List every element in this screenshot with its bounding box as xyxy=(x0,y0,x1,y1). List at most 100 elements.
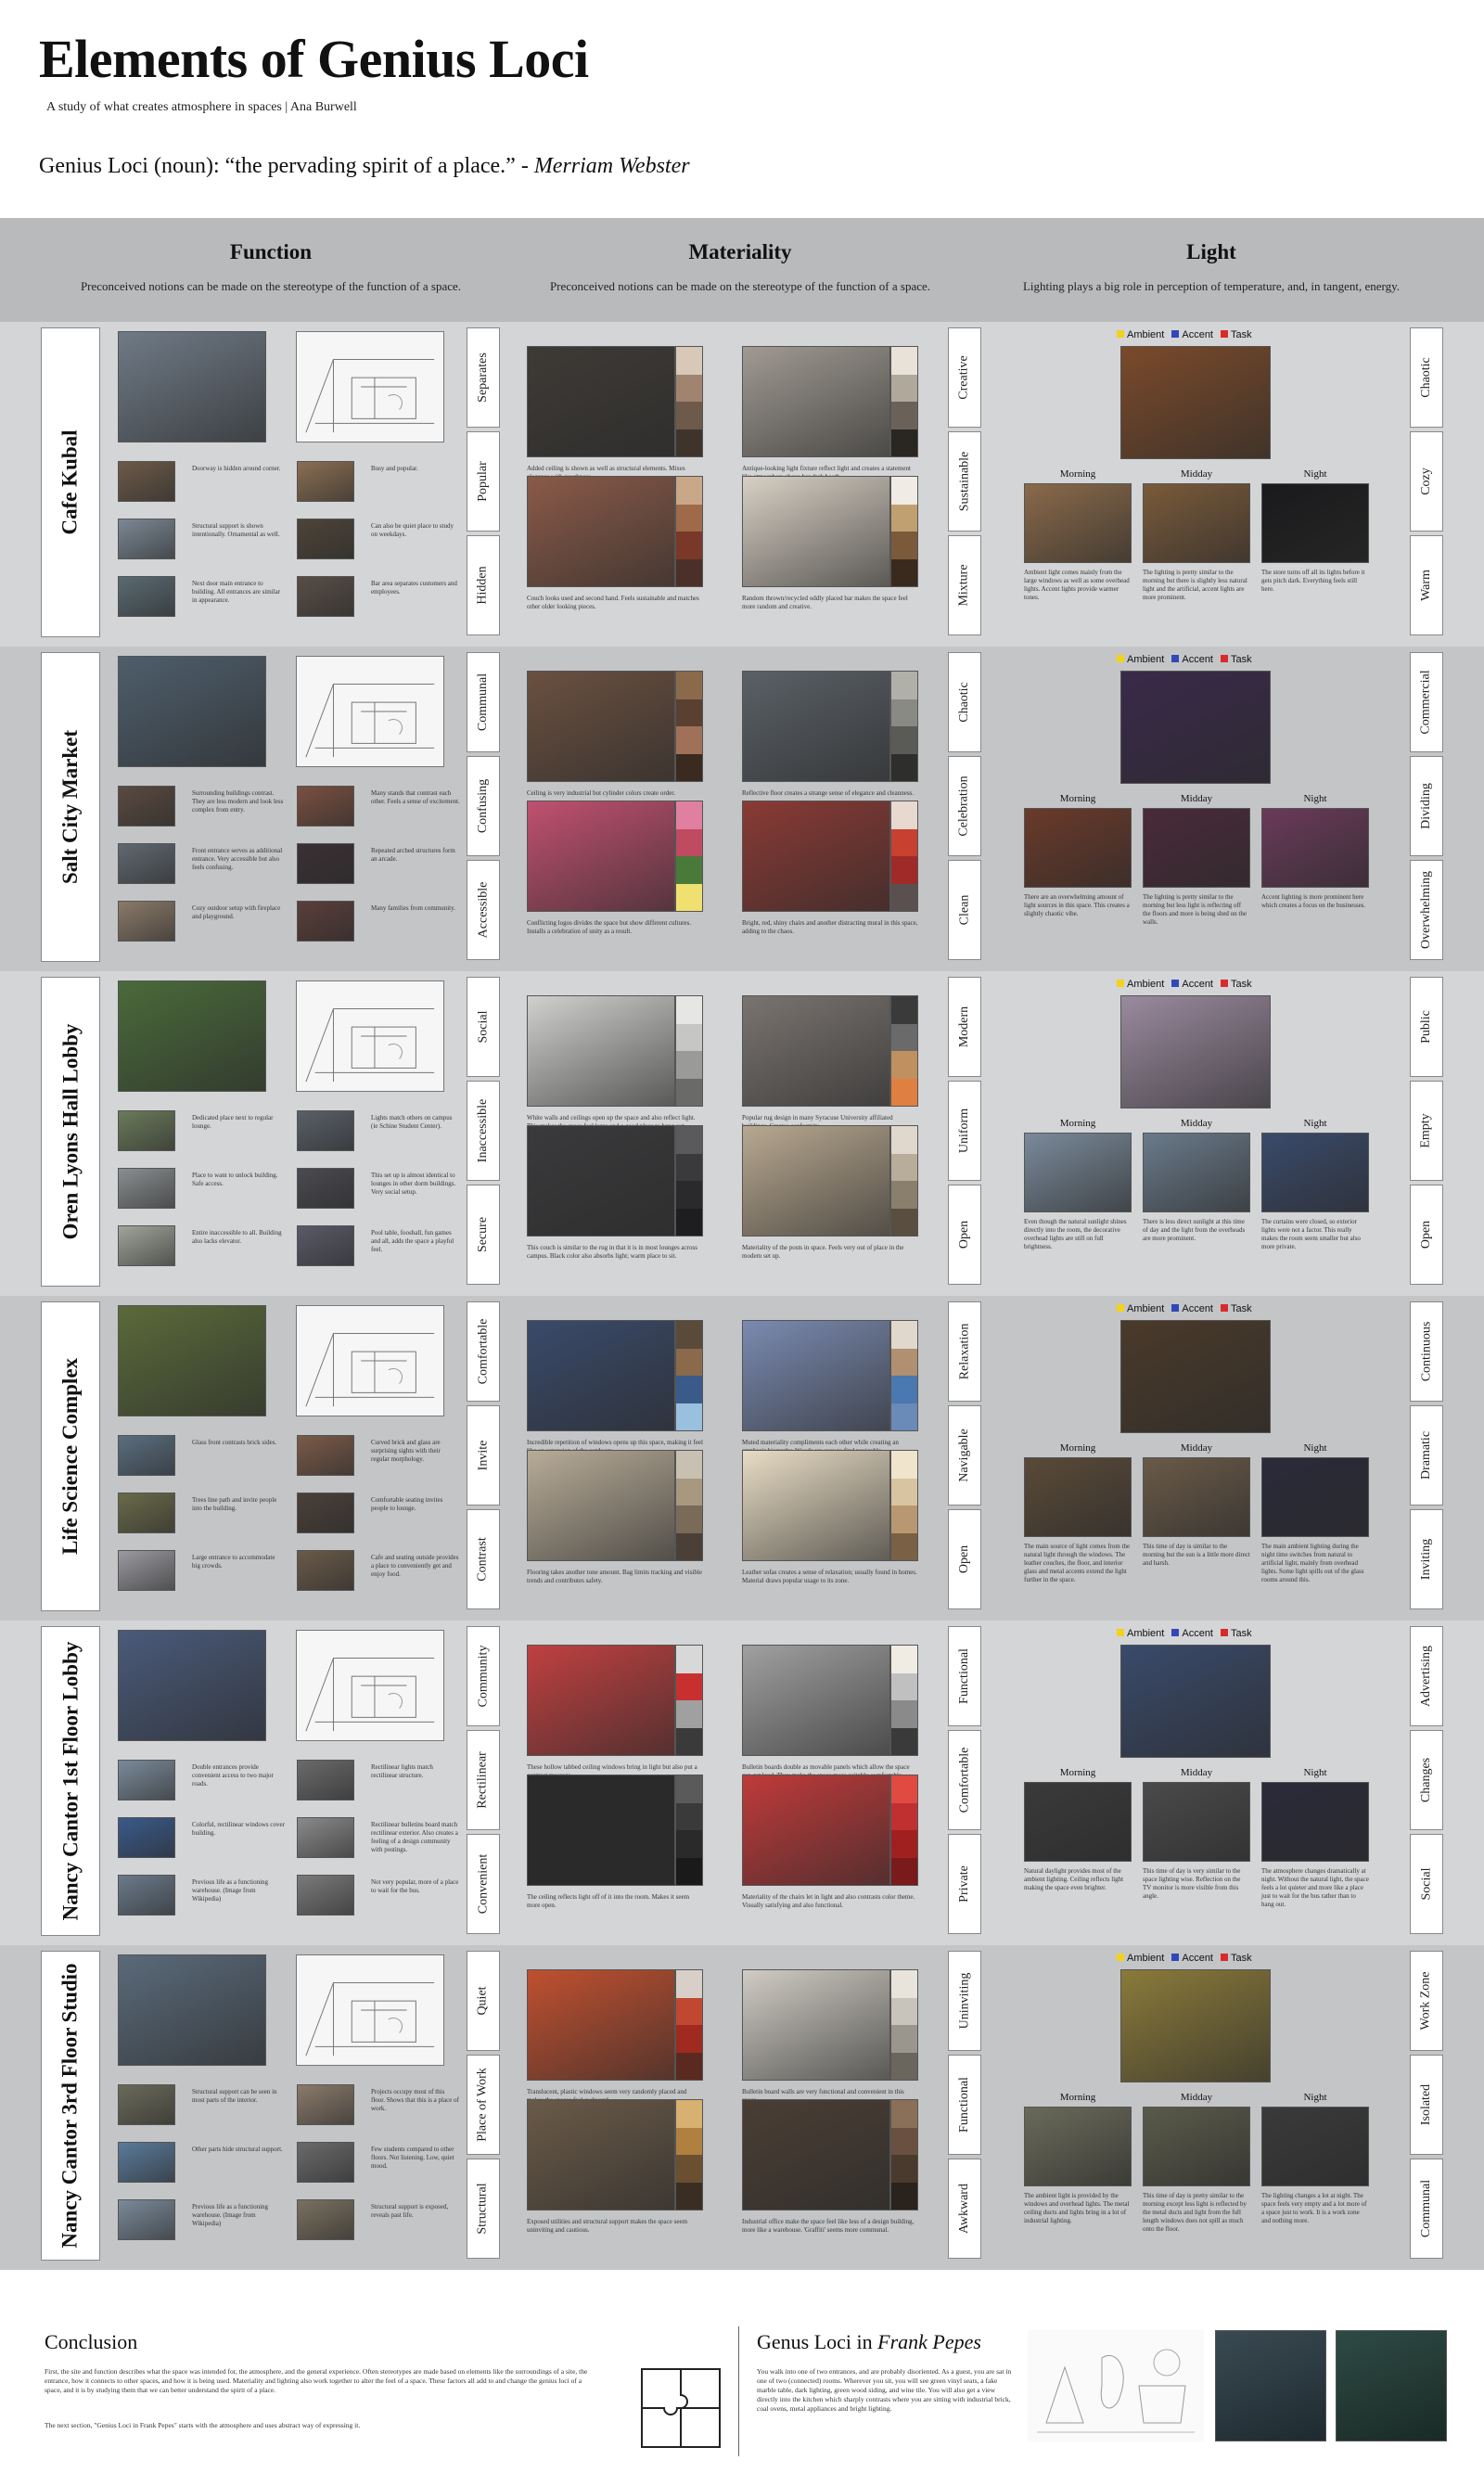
light-time-photo xyxy=(1261,2107,1369,2186)
light-tag-text: Chaotic xyxy=(1419,357,1434,398)
pepes-photo xyxy=(1336,2330,1447,2441)
time-label: Night xyxy=(1303,793,1327,804)
column-heading: Function xyxy=(229,240,313,263)
color-swatch xyxy=(676,1830,702,1858)
function-detail-photo xyxy=(297,1817,354,1858)
function-caption: Cozy outdoor setup with fireplace and pl… xyxy=(192,904,281,920)
function-tag-text: Communal xyxy=(476,673,491,732)
function-detail-photo xyxy=(118,901,175,942)
column-materiality: Materiality Preconceived notions can be … xyxy=(499,218,981,294)
color-swatch xyxy=(676,1023,702,1051)
color-swatch xyxy=(891,753,917,781)
light-tag-text: Social xyxy=(1419,1867,1433,1901)
material-tag-text: Private xyxy=(957,1865,971,1903)
light-tag: Cozy xyxy=(1410,431,1443,532)
time-label: Night xyxy=(1303,1118,1327,1129)
color-swatch xyxy=(676,1646,702,1673)
color-swatch xyxy=(891,402,917,429)
function-tag: Rectilinear xyxy=(467,1730,500,1830)
ambient-swatch-label: Ambient xyxy=(1127,979,1165,990)
task-swatch-label: Task xyxy=(1231,654,1252,665)
color-swatch xyxy=(676,429,702,456)
material-tag: Functional xyxy=(948,2055,981,2155)
light-tag-text: Isolated xyxy=(1419,2083,1434,2126)
light-tag: Isolated xyxy=(1410,2055,1443,2155)
color-swatch xyxy=(676,1376,702,1403)
function-tag: Social xyxy=(467,977,500,1077)
color-swatches xyxy=(675,346,703,457)
light-legend: Ambient Accent Task xyxy=(1109,654,1252,665)
function-caption: Repeated arched structures form an arcad… xyxy=(371,847,455,863)
light-main-photo xyxy=(1120,995,1271,1108)
function-tag: Community xyxy=(467,1626,500,1726)
light-main-photo xyxy=(1120,1320,1271,1433)
material-tag: Open xyxy=(948,1185,981,1285)
function-tag-text: Accessible xyxy=(476,881,490,939)
material-caption: Materiality of the posts in space. Feels… xyxy=(742,1244,904,1260)
function-tag: Hidden xyxy=(467,535,500,635)
material-caption: Bright, red, shiny chairs and another di… xyxy=(742,919,918,935)
function-tag: Comfortable xyxy=(467,1301,500,1402)
color-swatch xyxy=(891,2100,917,2128)
light-tag: Chaotic xyxy=(1410,327,1443,428)
ambient-swatch-label: Ambient xyxy=(1127,654,1165,665)
time-label: Midday xyxy=(1180,468,1213,480)
conclusion-note: The next section, "Genius Loci in Frank … xyxy=(45,2421,361,2429)
function-detail-photo xyxy=(118,1168,175,1209)
material-tag: Modern xyxy=(948,977,981,1077)
sketch-drawing xyxy=(296,1954,444,2066)
function-caption: Previous life as a functioning warehouse… xyxy=(192,1878,269,1903)
color-swatches xyxy=(675,2099,703,2210)
function-caption: Colorful, rectilinear windows cover buil… xyxy=(192,1821,285,1837)
place-row: Nancy Cantor 1st Floor Lobby Double entra… xyxy=(0,1621,1484,1945)
time-label: Night xyxy=(1303,1442,1327,1454)
column-headers: Function Preconceived notions can be mad… xyxy=(0,218,1484,322)
function-tag: Accessible xyxy=(467,860,500,960)
color-swatch xyxy=(891,2052,917,2080)
color-swatches xyxy=(675,1125,703,1236)
function-caption: Other parts hide structural support. xyxy=(192,2146,283,2153)
function-caption: Cafe and seating outside provides a plac… xyxy=(371,1554,459,1578)
column-heading: Light xyxy=(1186,240,1236,263)
color-swatches xyxy=(675,801,703,912)
function-detail-photo xyxy=(297,2142,354,2183)
color-swatch xyxy=(891,2155,917,2183)
color-swatch xyxy=(676,1727,702,1755)
light-caption: Natural daylight provides most of the am… xyxy=(1024,1867,1124,1891)
poster-title: Elements of Genius Loci xyxy=(39,29,589,89)
function-caption: Comfortable seating invites people to lo… xyxy=(371,1496,443,1512)
color-swatch xyxy=(891,1646,917,1673)
function-caption: Bar area separates customers and employe… xyxy=(371,580,457,596)
function-main-photo xyxy=(118,656,266,767)
color-swatch xyxy=(676,1775,702,1803)
function-tag: Convenient xyxy=(467,1834,500,1934)
time-label: Night xyxy=(1303,1767,1327,1778)
color-swatch xyxy=(676,1321,702,1349)
function-tag-text: Hidden xyxy=(476,566,490,605)
material-tag-text: Comfortable xyxy=(957,1747,972,1813)
material-tag: Navigable xyxy=(948,1405,981,1506)
light-time-photo xyxy=(1024,1782,1132,1862)
color-swatches xyxy=(675,1320,703,1431)
light-caption: This time of day is similar to the morni… xyxy=(1143,1543,1250,1567)
function-caption: Not very popular, more of a place to wai… xyxy=(371,1878,459,1894)
function-detail-photo xyxy=(118,843,175,884)
accent-swatch xyxy=(1171,1629,1180,1636)
material-tag: Open xyxy=(948,1509,981,1609)
function-tag: Secure xyxy=(467,1185,500,1285)
color-swatch xyxy=(891,429,917,456)
place-label: Nancy Cantor 3rd Floor Studio xyxy=(41,1951,100,2261)
ambient-swatch xyxy=(1117,1304,1124,1312)
color-swatch xyxy=(676,1857,702,1885)
color-swatch xyxy=(891,672,917,699)
material-photo xyxy=(527,1320,675,1431)
task-swatch xyxy=(1221,1629,1228,1636)
time-label: Morning xyxy=(1059,793,1096,804)
conclusion-section: Conclusion First, the site and function … xyxy=(0,2273,1484,2473)
material-photo xyxy=(742,1320,890,1431)
function-detail-photo xyxy=(118,576,175,617)
function-caption: Large entrance to accommodate big crowds… xyxy=(192,1554,275,1570)
ambient-swatch-label: Ambient xyxy=(1127,1303,1165,1314)
poster-header: Elements of Genius Loci A study of what … xyxy=(0,0,1484,218)
material-caption: Ceiling is very industrial but cylinder … xyxy=(527,789,675,797)
